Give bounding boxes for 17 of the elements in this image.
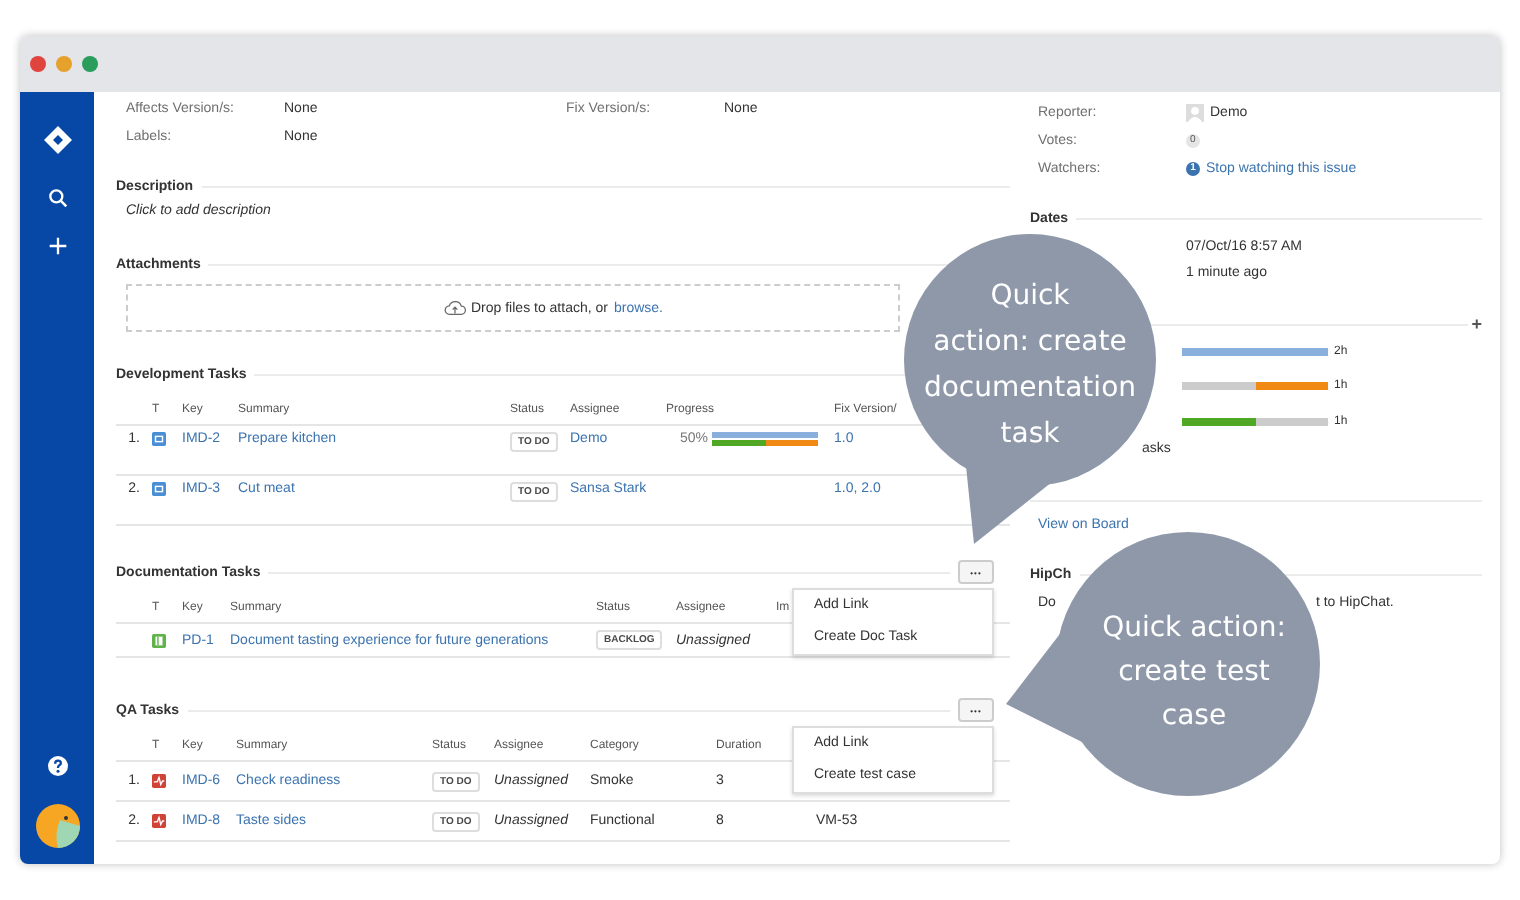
upload-cloud-icon (443, 300, 465, 316)
logo-icon[interactable] (43, 126, 71, 154)
avatar-icon[interactable] (35, 804, 79, 848)
task-icon (152, 432, 166, 446)
user-avatar-icon (1186, 103, 1204, 121)
book-icon (152, 633, 166, 647)
add-button[interactable]: + (1471, 316, 1482, 334)
test-icon (152, 814, 166, 828)
plus-icon[interactable] (47, 236, 67, 256)
test-icon (152, 774, 166, 788)
minimize-dot[interactable] (56, 56, 72, 72)
search-icon[interactable] (47, 188, 67, 208)
help-icon[interactable] (47, 756, 67, 776)
close-dot[interactable] (30, 56, 46, 72)
progress-bar (712, 432, 819, 446)
zoom-dot[interactable] (82, 56, 98, 72)
task-icon (152, 482, 166, 496)
